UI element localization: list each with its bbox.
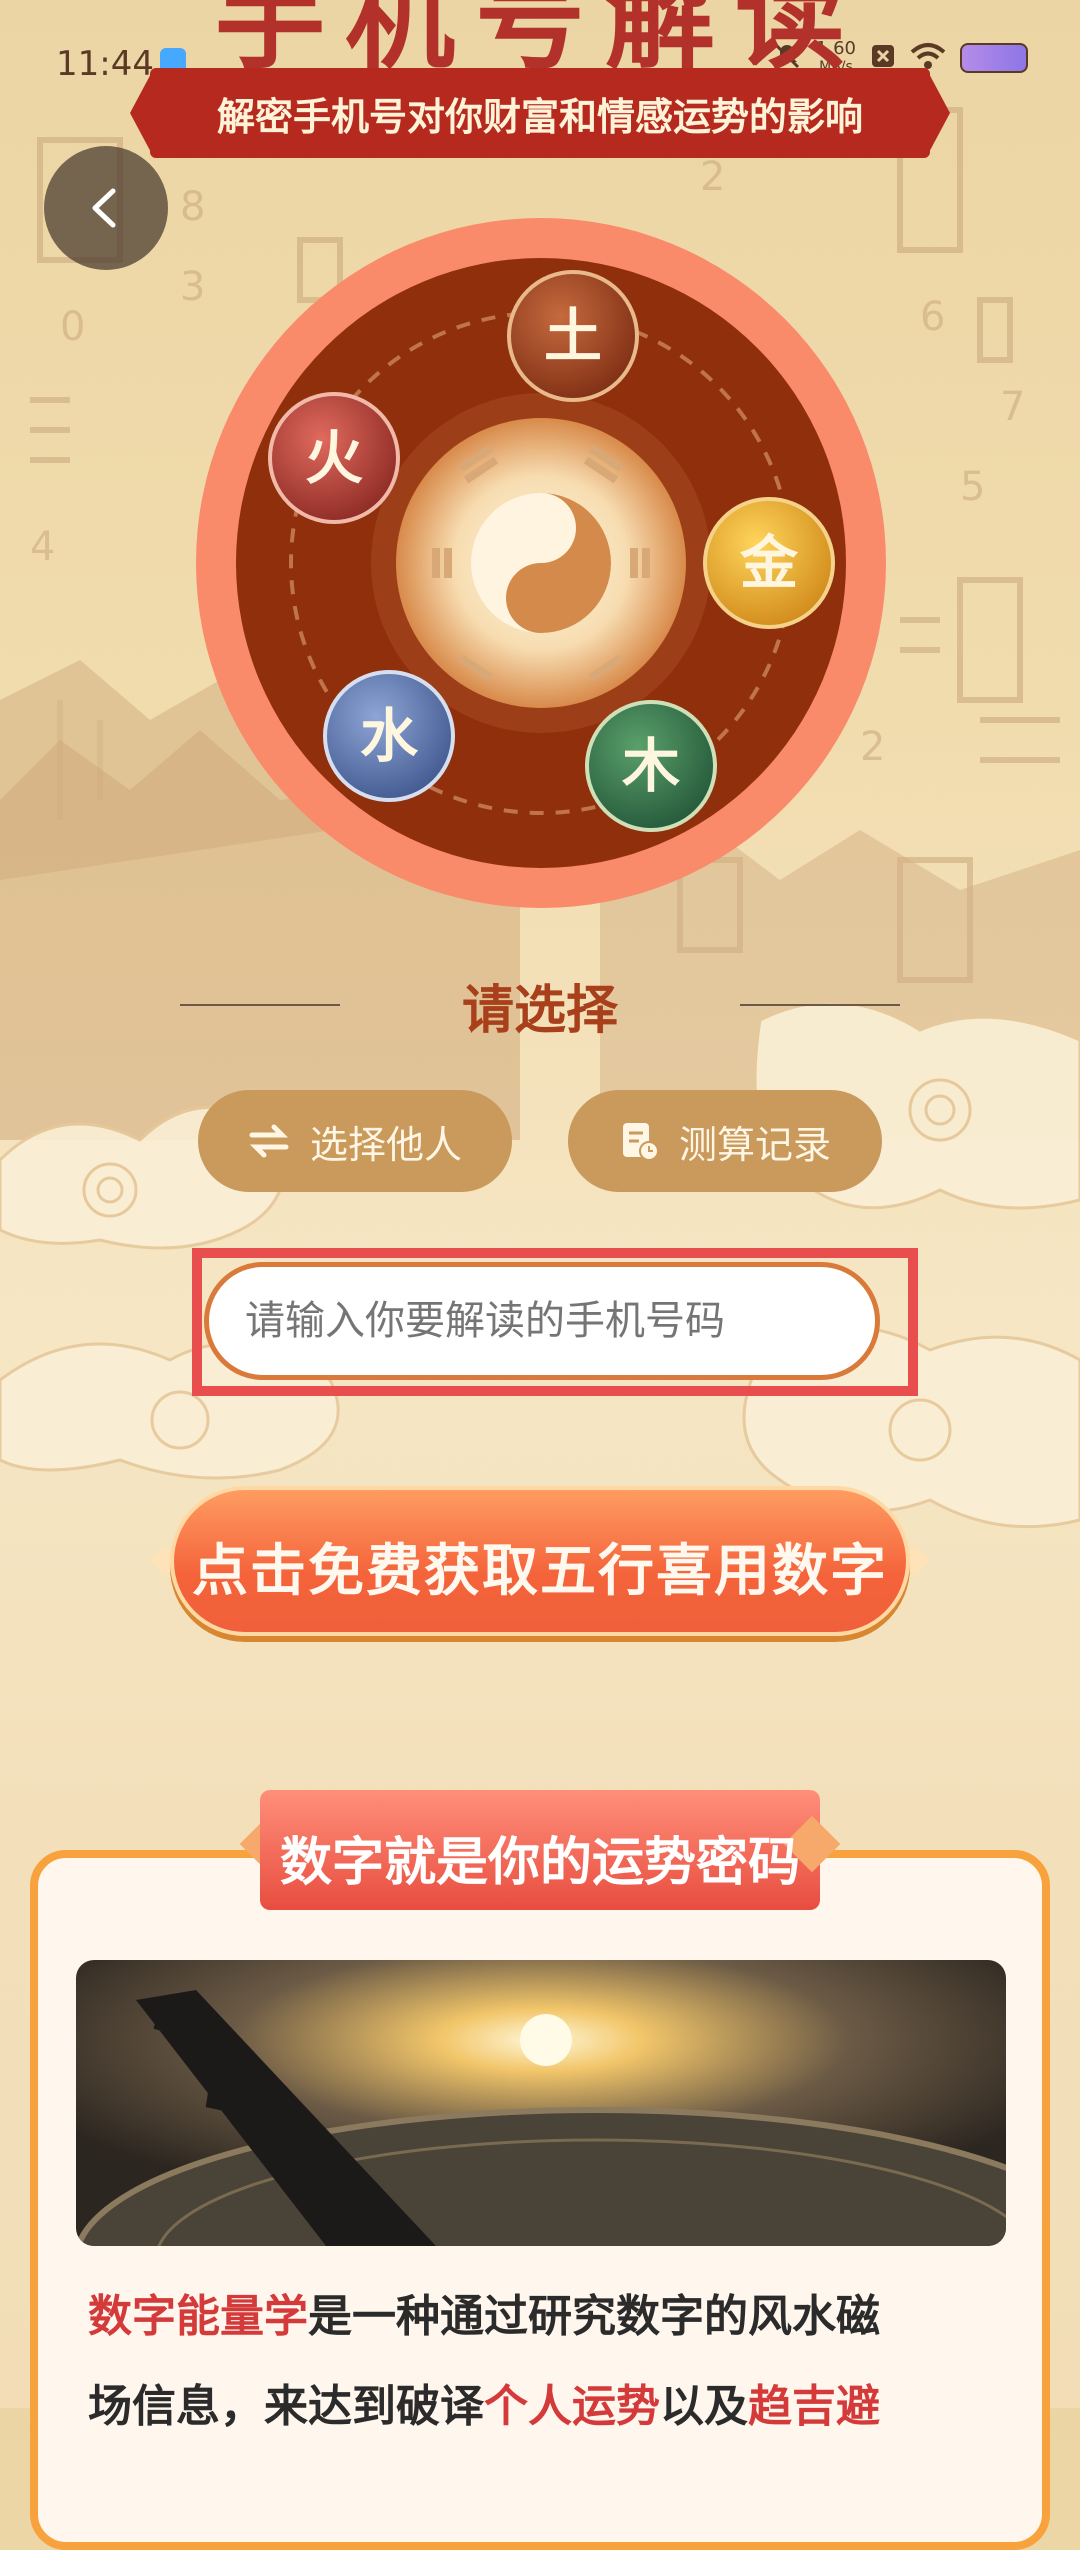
svg-text:0: 0 [60, 304, 85, 350]
five-elements-wheel: 土 金 木 水 火 [196, 218, 886, 908]
svg-text:4: 4 [30, 524, 55, 570]
choose-other-label: 选择他人 [309, 1122, 462, 1167]
element-metal-label: 金 [740, 529, 799, 597]
history-record-icon [622, 1123, 659, 1161]
choose-other-button[interactable]: 选择他人 [198, 1090, 512, 1192]
divider-right [740, 1004, 900, 1006]
element-fire-label: 火 [305, 424, 363, 492]
desc-text-1: 是一种通过研究数字的风水磁 [308, 2291, 880, 2342]
info-card-description: 数字能量学是一种通过研究数字的风水磁 场信息，来达到破译个人运势以及趋吉避 [88, 2272, 988, 2452]
phone-number-input[interactable] [204, 1262, 880, 1380]
desc-highlight-fortune: 个人运势 [484, 2381, 660, 2432]
battery-icon [960, 43, 1028, 73]
info-card-heading: 数字就是你的运势密码 [279, 1833, 800, 1893]
svg-text:5: 5 [960, 464, 985, 510]
free-analysis-button[interactable]: 点击免费获取五行喜用数字 [150, 1486, 930, 1636]
chevron-left-icon [92, 188, 116, 228]
records-button[interactable]: 测算记录 [568, 1090, 882, 1192]
svg-text:2: 2 [700, 154, 725, 200]
subtitle-text: 解密手机号对你财富和情感运势的影响 [216, 95, 863, 139]
element-wood-label: 木 [622, 732, 680, 800]
records-label: 测算记录 [678, 1122, 831, 1167]
back-button[interactable] [44, 146, 168, 270]
desc-text-2: 场信息，来达到破译 [88, 2381, 484, 2432]
subtitle-banner: 解密手机号对你财富和情感运势的影响 [130, 68, 950, 158]
swap-icon [249, 1124, 289, 1158]
cloud-pattern [0, 1000, 1080, 1529]
desc-text-3: 以及 [660, 2381, 748, 2432]
svg-text:7: 7 [1000, 384, 1025, 430]
sundial-photo [76, 1960, 1006, 2246]
select-header: 请选择 [180, 960, 900, 1041]
svg-text:6: 6 [920, 294, 945, 340]
element-earth-label: 土 [544, 302, 602, 370]
desc-highlight-luck: 趋吉避 [748, 2381, 880, 2432]
info-card-heading-banner: 数字就是你的运势密码 [239, 1790, 841, 1910]
page-title: 手机号解读 [215, 0, 865, 84]
desc-highlight-numerology: 数字能量学 [88, 2291, 308, 2342]
element-water-label: 水 [360, 702, 419, 770]
cta-label: 点击免费获取五行喜用数字 [192, 1539, 888, 1604]
